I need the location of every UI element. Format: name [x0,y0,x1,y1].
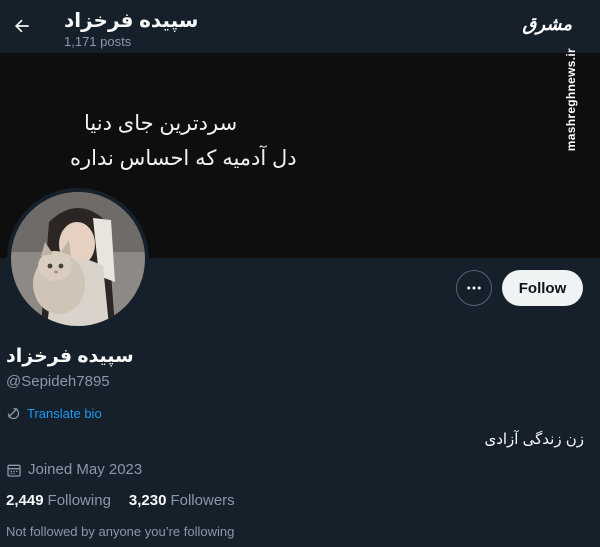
following-label: Following [47,492,111,509]
following-link[interactable]: 2,449 Following [6,492,111,509]
watermark-logo: مشرق [522,14,572,34]
translate-icon [7,407,20,420]
profile-bio: زن زندگی آزادی [484,431,584,448]
avatar[interactable] [7,188,149,330]
joined-label: Joined May 2023 [28,461,143,478]
user-handle: @Sepideh7895 [6,373,110,390]
profile-header: سپیده فرخزاد 1,171 posts [0,0,600,53]
followers-label: Followers [170,492,235,509]
following-count: 2,449 [6,492,44,509]
calendar-icon [7,464,21,477]
translate-bio-link[interactable]: Translate bio [6,406,102,421]
translate-bio-label: Translate bio [27,406,102,421]
followers-count: 3,230 [128,492,167,509]
avatar-photo-icon [11,192,145,326]
more-options-button[interactable] [456,270,492,306]
arrow-left-icon [15,19,29,33]
posts-count: 1,171 posts [64,34,132,49]
banner-text-line-1: سردترین جای دنیا [84,112,238,135]
follow-button[interactable]: Follow [502,270,583,306]
more-dots-icon [467,286,481,290]
follow-stats: 2,449 Following 3,230 Followers [6,492,253,509]
joined-date: Joined May 2023 [6,461,142,478]
watermark-url: mashreghnews.ir [564,48,578,152]
header-title: سپیده فرخزاد [64,10,199,32]
banner-text-line-2: دل آدمیه که احساس نداره [70,147,297,170]
news-watermark: مشرق mashreghnews.ir [516,8,596,151]
followers-link[interactable]: 3,230 Followers [129,492,235,509]
not-followed-notice: Not followed by anyone you’re following [6,524,235,539]
display-name: سپیده فرخزاد [6,346,134,367]
back-button[interactable] [4,8,40,44]
